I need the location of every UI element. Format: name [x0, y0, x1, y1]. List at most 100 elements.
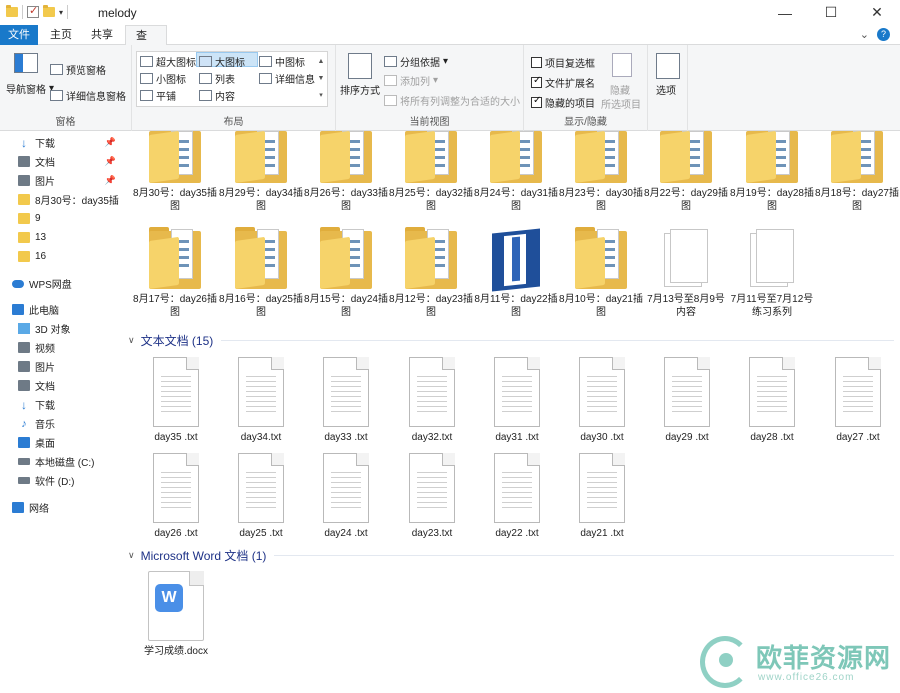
txt-file-item[interactable]: day31 .txt	[475, 357, 559, 444]
nav-item-this-pc[interactable]: 此电脑	[0, 300, 122, 319]
folder-item[interactable]: 8月23号：day30插图	[559, 131, 643, 213]
folder-item[interactable]: 8月19号：day28插图	[730, 131, 814, 213]
layout-content[interactable]: 内容	[199, 88, 235, 103]
folder-item[interactable]: 8月11号：day22插图	[474, 227, 558, 319]
txt-file-item[interactable]: day22 .txt	[475, 453, 559, 540]
nav-item-videos[interactable]: 视频	[0, 338, 122, 357]
tab-file[interactable]: 文件	[0, 25, 38, 45]
txt-file-item[interactable]: day34.txt	[219, 357, 303, 444]
collapse-ribbon-icon[interactable]: ⌄	[860, 28, 869, 41]
minimize-button[interactable]: —	[762, 0, 808, 25]
folder-icon	[746, 131, 798, 183]
folder-item[interactable]: 8月15号：day24插图	[304, 227, 388, 319]
options-icon[interactable]	[656, 53, 680, 79]
folder-item[interactable]: 8月22号：day29插图	[644, 131, 728, 213]
item-checkboxes-checkbox[interactable]	[531, 57, 542, 68]
txt-file-item[interactable]: day29 .txt	[645, 357, 729, 444]
txt-file-item[interactable]: day28 .txt	[730, 357, 814, 444]
txt-file-item[interactable]: day27 .txt	[816, 357, 900, 444]
nav-item-drive-c[interactable]: 本地磁盘 (C:)	[0, 452, 122, 471]
hidden-items-toggle[interactable]: 隐藏的项目	[531, 95, 595, 110]
txt-file-item[interactable]: day25 .txt	[219, 453, 303, 540]
nav-item-music[interactable]: ♪ 音乐	[0, 414, 122, 433]
maximize-button[interactable]: ☐	[808, 0, 854, 25]
folder-item[interactable]: 8月25号：day32插图	[389, 131, 473, 213]
size-all-columns-button[interactable]: 将所有列调整为合适的大小	[384, 93, 520, 108]
details-pane-button[interactable]: 详细信息窗格	[50, 88, 126, 103]
tab-view[interactable]: 查看	[125, 25, 167, 62]
group-header-word-documents[interactable]: ∨ Microsoft Word 文档 (1)	[128, 547, 894, 564]
folder-item[interactable]: 7月11号至7月12号练习系列	[730, 227, 814, 319]
folder-item[interactable]: 8月26号：day33插图	[304, 131, 388, 213]
docx-file-item[interactable]: W 学习成绩.docx	[134, 571, 218, 658]
tab-home[interactable]: 主页	[40, 25, 82, 45]
txt-file-item[interactable]: day26 .txt	[134, 453, 218, 540]
sort-by-button[interactable]: 排序方式	[340, 82, 380, 97]
navigation-pane-icon[interactable]	[14, 53, 38, 73]
close-button[interactable]: ✕	[854, 0, 900, 25]
layout-medium-icons[interactable]: 中图标	[259, 54, 305, 69]
txt-file-item[interactable]: day24 .txt	[304, 453, 388, 540]
folder-icon	[149, 227, 201, 289]
nav-item-documents[interactable]: 文档	[0, 376, 122, 395]
group-by-button[interactable]: 分组依据 ▾	[384, 54, 448, 69]
txt-file-item[interactable]: day32.txt	[390, 357, 474, 444]
file-name: day33 .txt	[324, 432, 368, 443]
tab-share[interactable]: 共享	[81, 25, 123, 45]
nav-item-downloads-quick[interactable]: ↓ 下载 📌	[0, 133, 122, 152]
layout-tiles[interactable]: 平铺	[140, 88, 176, 103]
nav-item-3d-objects[interactable]: 3D 对象	[0, 319, 122, 338]
options-button[interactable]: 选项	[656, 82, 676, 97]
nav-item-folder-16[interactable]: 16	[0, 247, 122, 266]
nav-item-downloads[interactable]: ↓ 下载	[0, 395, 122, 414]
folder-item[interactable]: 8月17号：day26插图	[133, 227, 217, 319]
item-checkboxes-toggle[interactable]: 项目复选框	[531, 55, 595, 70]
sort-by-icon[interactable]	[348, 53, 372, 79]
nav-pane-button[interactable]: 导航窗格 ▾	[6, 81, 54, 96]
txt-file-item[interactable]: day35 .txt	[134, 357, 218, 444]
help-icon[interactable]: ?	[877, 28, 890, 41]
file-extensions-checkbox[interactable]	[531, 75, 542, 88]
layout-large-icons[interactable]: 大图标	[199, 54, 245, 69]
file-name: day27 .txt	[836, 432, 880, 443]
folder-item[interactable]: 8月30号：day35插图	[133, 131, 217, 213]
nav-item-drive-d[interactable]: 软件 (D:)	[0, 471, 122, 490]
folder-item[interactable]: 7月13号至8月9号 内容	[644, 227, 728, 319]
txt-file-item[interactable]: day23.txt	[390, 453, 474, 540]
folder-item[interactable]: 8月24号：day31插图	[474, 131, 558, 213]
layout-details[interactable]: 详细信息	[259, 71, 315, 86]
nav-item-network[interactable]: 网络	[0, 498, 122, 517]
folder-item[interactable]: 8月29号：day34插图	[219, 131, 303, 213]
folder-item[interactable]: 8月16号：day25插图	[219, 227, 303, 319]
folder-item[interactable]: 8月12号：day23插图	[389, 227, 473, 319]
nav-item-pictures-quick[interactable]: 图片 📌	[0, 171, 122, 190]
layout-list[interactable]: 列表	[199, 71, 235, 86]
layout-label: 大图标	[215, 58, 245, 69]
nav-item-pictures[interactable]: 图片	[0, 357, 122, 376]
hide-selected-icon[interactable]	[612, 53, 632, 77]
add-columns-button[interactable]: 添加列 ▾	[384, 73, 438, 88]
new-folder-icon[interactable]	[43, 5, 55, 17]
txt-file-item[interactable]: day21 .txt	[560, 453, 644, 540]
layout-small-icons[interactable]: 小图标	[140, 71, 186, 86]
txt-file-item[interactable]: day33 .txt	[304, 357, 388, 444]
nav-item-folder-13[interactable]: 13	[0, 228, 122, 247]
folder-item[interactable]: 8月10号：day21插图	[559, 227, 643, 319]
nav-item-folder-aug30[interactable]: 8月30号：day35插	[0, 190, 122, 209]
group-header-text-documents[interactable]: ∨ 文本文档 (15)	[128, 332, 894, 349]
nav-item-documents-quick[interactable]: 文档 📌	[0, 152, 122, 171]
customize-toolbar-icon[interactable]: ▾	[59, 8, 63, 17]
layout-extra-large-icons[interactable]: 超大图标	[140, 54, 196, 69]
nav-item-desktop[interactable]: 桌面	[0, 433, 122, 452]
hidden-items-checkbox[interactable]	[531, 95, 542, 108]
layout-gallery-scroll[interactable]: ▲ ▼ ▾	[316, 53, 326, 104]
file-extensions-toggle[interactable]: 文件扩展名	[531, 75, 595, 90]
folder-item[interactable]: 8月18号：day27插图	[815, 131, 899, 213]
group-by-label: 分组依据	[400, 58, 440, 69]
text-file-icon	[835, 357, 881, 427]
properties-icon[interactable]	[27, 4, 39, 18]
txt-file-item[interactable]: day30 .txt	[560, 357, 644, 444]
nav-item-wps-cloud[interactable]: WPS网盘	[0, 274, 122, 293]
preview-pane-button[interactable]: 预览窗格	[50, 62, 106, 77]
nav-item-folder-9[interactable]: 9	[0, 209, 122, 228]
